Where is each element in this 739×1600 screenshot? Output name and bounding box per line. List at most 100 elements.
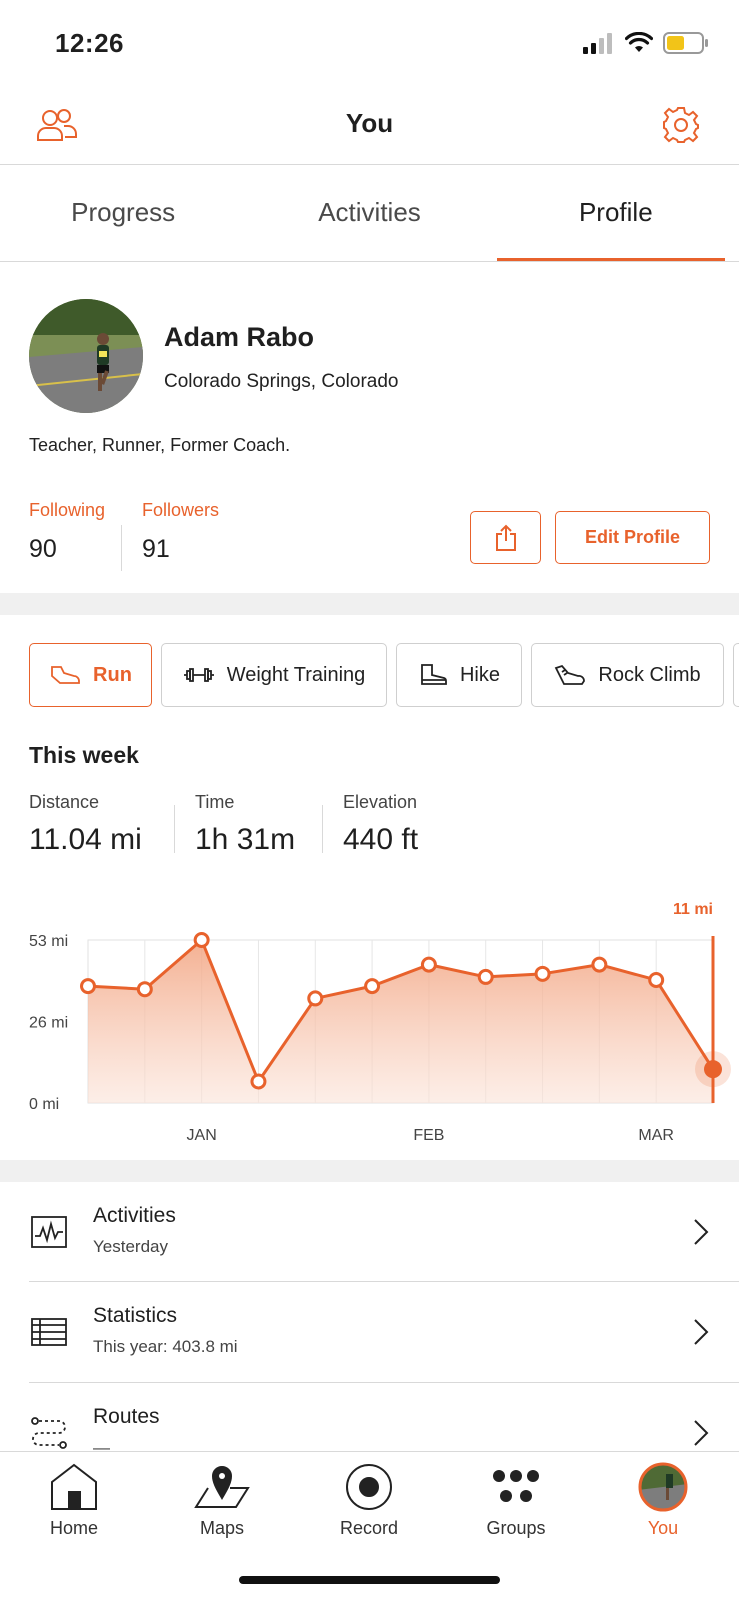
nav-record[interactable]: Record	[314, 1462, 424, 1539]
x-tick-label: FEB	[413, 1127, 444, 1140]
signal-icon	[583, 33, 612, 54]
record-icon	[346, 1464, 392, 1510]
data-point	[477, 968, 494, 985]
sport-chip-rock-climb[interactable]: Rock Climb	[531, 643, 724, 707]
wifi-icon	[625, 32, 653, 52]
elevation-label: Elevation	[343, 792, 418, 812]
stat-divider	[174, 805, 175, 853]
status-time: 12:26	[55, 28, 124, 58]
y-tick-label: 0 mi	[29, 1096, 59, 1113]
table-icon	[31, 1318, 67, 1346]
dumbbell-icon	[183, 668, 214, 682]
groups-icon	[493, 1470, 539, 1502]
following-label[interactable]: Following	[29, 500, 105, 521]
nav-label: Home	[49, 1518, 98, 1538]
nav-home[interactable]: Home	[19, 1462, 129, 1539]
profile-bio: Teacher, Runner, Former Coach.	[29, 435, 291, 455]
tab-activities[interactable]: Activities	[246, 165, 492, 261]
this-week-title: This week	[29, 742, 139, 768]
list-item-subtitle: —	[93, 1438, 110, 1451]
y-tick-label: 26 mi	[29, 1015, 68, 1032]
nav-label: Groups	[486, 1518, 546, 1538]
chevron-right-icon	[694, 1219, 709, 1245]
nav-you[interactable]: You	[608, 1462, 718, 1539]
climbing-shoe-icon	[555, 664, 586, 685]
chevron-right-icon	[694, 1420, 709, 1446]
list-item-title: Routes	[93, 1405, 160, 1428]
data-point	[704, 1060, 722, 1079]
profile-location: Colorado Springs, Colorado	[164, 371, 399, 392]
tab-bar: Progress Activities Profile	[0, 165, 739, 261]
gear-icon	[663, 107, 699, 143]
sport-filter: Run Weight Training Hike Rock Climb	[29, 643, 739, 707]
current-week-callout: 11 mi	[673, 901, 713, 918]
list-item-subtitle: Yesterday	[93, 1237, 168, 1256]
data-point	[648, 971, 665, 988]
home-icon	[51, 1463, 97, 1510]
list-item-activities[interactable]: Activities Yesterday	[0, 1182, 739, 1282]
profile-photo	[29, 299, 143, 413]
sport-chip-more[interactable]	[733, 643, 739, 707]
x-tick-label: MAR	[638, 1127, 674, 1140]
chart-area	[88, 940, 713, 1103]
y-tick-label: 53 mi	[29, 933, 68, 950]
data-point	[193, 932, 210, 948]
battery-icon	[663, 32, 708, 54]
sport-chip-label: Weight Training	[226, 663, 366, 686]
following-count[interactable]: 90	[29, 535, 57, 564]
stat-divider	[322, 805, 323, 853]
boot-icon	[421, 664, 447, 685]
list-item-title: Activities	[93, 1204, 176, 1227]
data-point	[420, 956, 437, 973]
data-point	[364, 978, 381, 995]
edit-profile-button[interactable]: Edit Profile	[555, 511, 710, 564]
list-item-title: Statistics	[93, 1304, 178, 1327]
tabs-divider	[0, 261, 739, 262]
data-point	[307, 990, 324, 1007]
shoe-icon	[51, 666, 80, 684]
home-indicator	[239, 1576, 500, 1584]
avatar[interactable]	[29, 299, 143, 413]
data-point	[80, 978, 96, 995]
distance-value: 11.04 mi	[29, 823, 142, 856]
weekly-distance-chart[interactable]: 53 mi 26 mi 0 mi JAN FEB MAR 11 mi	[0, 890, 739, 1140]
section-separator	[0, 593, 739, 615]
nav-label: You	[647, 1518, 679, 1538]
sport-chip-run[interactable]: Run	[29, 643, 152, 707]
list-item-statistics[interactable]: Statistics This year: 403.8 mi	[0, 1282, 739, 1382]
settings-button[interactable]	[659, 103, 703, 147]
share-icon	[495, 524, 516, 551]
distance-label: Distance	[29, 792, 100, 812]
data-point	[591, 956, 608, 973]
sport-chip-label: Hike	[459, 663, 500, 686]
chevron-right-icon	[694, 1319, 709, 1345]
list-item-routes[interactable]: Routes —	[0, 1383, 739, 1451]
sport-chip-label: Run	[93, 663, 132, 686]
elevation-value: 440 ft	[343, 823, 419, 856]
data-point	[250, 1073, 267, 1090]
data-point	[534, 965, 551, 982]
nav-label: Maps	[199, 1518, 244, 1538]
time-value: 1h 31m	[195, 823, 296, 856]
profile-name: Adam Rabo	[164, 322, 315, 352]
data-point	[136, 981, 153, 998]
sport-chip-label: Rock Climb	[598, 663, 701, 686]
list-item-subtitle: This year: 403.8 mi	[93, 1337, 238, 1356]
section-separator	[0, 1160, 739, 1182]
status-icons	[583, 30, 709, 56]
nav-maps[interactable]: Maps	[167, 1462, 277, 1539]
activity-chart-icon	[31, 1216, 67, 1248]
route-icon	[31, 1417, 67, 1449]
tab-profile[interactable]: Profile	[493, 165, 739, 261]
sport-chip-hike[interactable]: Hike	[396, 643, 522, 707]
nav-groups[interactable]: Groups	[461, 1462, 571, 1539]
sport-chip-weight-training[interactable]: Weight Training	[161, 643, 387, 707]
x-tick-label: JAN	[187, 1127, 217, 1140]
avatar	[638, 1462, 688, 1512]
followers-count[interactable]: 91	[142, 535, 170, 564]
followers-label[interactable]: Followers	[142, 500, 219, 521]
map-icon	[194, 1466, 250, 1508]
share-button[interactable]	[470, 511, 541, 564]
tab-progress[interactable]: Progress	[0, 165, 246, 261]
nav-label: Record	[339, 1518, 399, 1538]
